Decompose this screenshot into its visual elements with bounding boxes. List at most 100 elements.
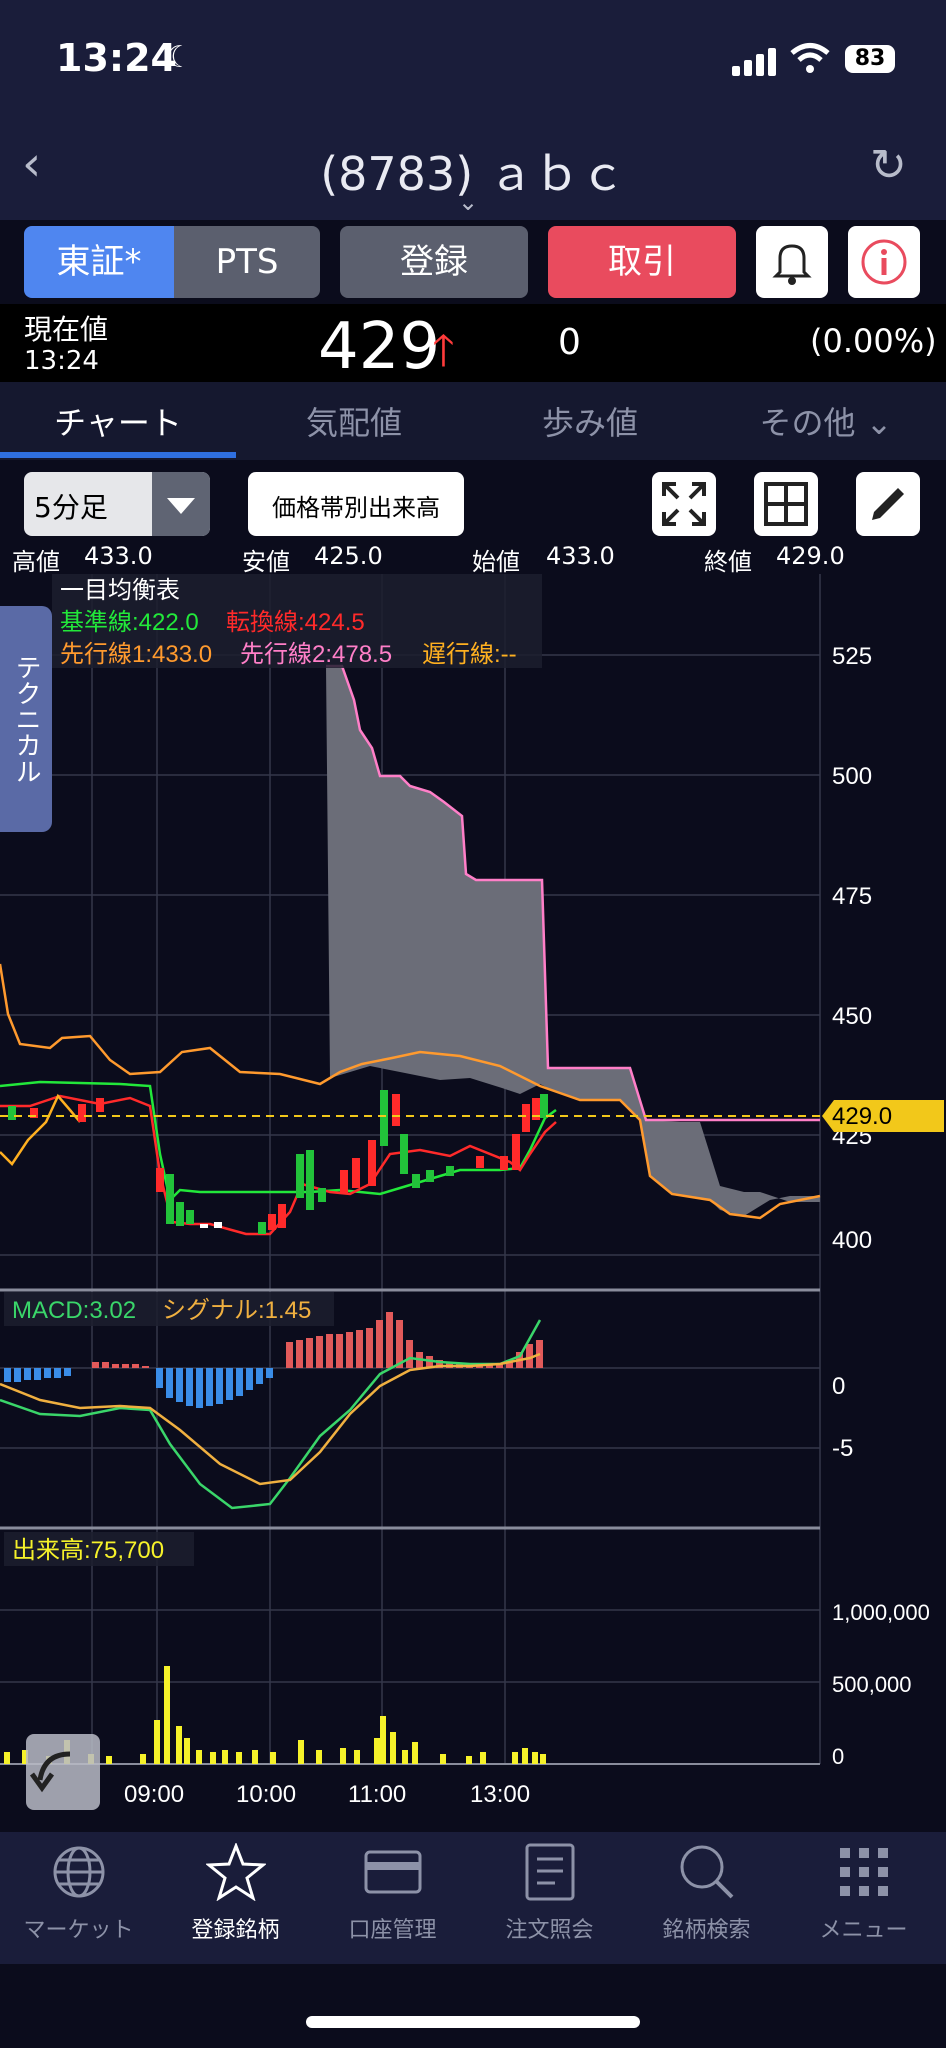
- trade-button[interactable]: 取引: [548, 226, 736, 298]
- close-label: 終値: [704, 548, 752, 576]
- tab-quotes[interactable]: 気配値: [236, 398, 472, 444]
- candles: [8, 1090, 548, 1234]
- tse-button[interactable]: 東証*: [24, 226, 174, 298]
- legend-senkou1: 先行線1:433.0: [60, 641, 212, 668]
- y-tick: 400: [832, 1227, 872, 1254]
- wifi-icon: [790, 43, 830, 73]
- legend-tenkan: 転換線:424.5: [226, 609, 365, 636]
- ichimoku-legend: 一目均衡表 基準線:422.0 転換線:424.5 先行線1:433.0 先行線…: [52, 574, 542, 668]
- nav-search-label: 銘柄検索: [662, 1918, 751, 1943]
- layout-button[interactable]: [754, 472, 818, 536]
- legend-title: 一目均衡表: [60, 577, 180, 604]
- nav-market-label: マーケット: [23, 1918, 134, 1943]
- legend-kijun: 基準線:422.0: [60, 609, 199, 636]
- high-label: 高値: [12, 548, 60, 576]
- y-tick: 450: [832, 1003, 872, 1030]
- nav-orders[interactable]: 注文照会: [471, 1832, 628, 1944]
- quote-time: 13:24: [24, 346, 99, 376]
- interval-select[interactable]: 5分足: [24, 472, 210, 536]
- tab-other[interactable]: その他 ⌄: [708, 398, 944, 444]
- legend-macd: MACD:3.02: [12, 1297, 136, 1324]
- info-button[interactable]: [848, 226, 920, 298]
- alert-button[interactable]: [756, 226, 828, 298]
- y-tick: 0: [832, 1373, 845, 1400]
- close-value: 429.0: [776, 542, 845, 570]
- pts-button[interactable]: PTS: [174, 226, 320, 298]
- price-change-pct: (0.00%): [810, 322, 937, 360]
- volume-legend: 出来高:75,700: [4, 1532, 194, 1566]
- open-value: 433.0: [546, 542, 615, 570]
- nav-watchlist-label: 登録銘柄: [191, 1918, 280, 1943]
- open-label: 始値: [472, 548, 520, 576]
- expand-icon: [662, 482, 706, 526]
- info-icon: [861, 239, 907, 285]
- x-tick: 09:00: [124, 1781, 184, 1808]
- nav-market[interactable]: マーケット: [0, 1832, 157, 1944]
- axis-labels: 525 500 475 450 425 400 0 -5 1,000,000 5…: [124, 643, 930, 1808]
- search-icon: [680, 1845, 733, 1899]
- battery-indicator: 83: [845, 45, 895, 73]
- chart-toolbar: 5分足 価格帯別出来高: [0, 460, 946, 542]
- grid-icon: [764, 482, 808, 526]
- stock-header: ‹ (8783) ａｂｃ ⌄ ↻: [0, 110, 946, 220]
- price-change: 0: [558, 322, 581, 363]
- high-value: 433.0: [84, 542, 153, 570]
- macd-legend: MACD:3.02 シグナル:1.45: [4, 1292, 334, 1326]
- globe-icon: [53, 1846, 104, 1898]
- low-value: 425.0: [314, 542, 383, 570]
- status-bar: 13:24 ☾ 83: [0, 0, 946, 110]
- ohlc-row: 高値 433.0 安値 425.0 始値 433.0 終値 429.0: [0, 538, 946, 576]
- y-tick: 0: [832, 1744, 844, 1769]
- chevron-down-icon: [167, 498, 195, 514]
- nav-account[interactable]: 口座管理: [314, 1832, 471, 1944]
- y-tick: 500: [832, 763, 872, 790]
- y-tick: 500,000: [832, 1672, 912, 1697]
- low-label: 安値: [242, 548, 290, 576]
- document-icon: [525, 1843, 574, 1901]
- nav-menu-label: メニュー: [819, 1918, 908, 1943]
- legend-senkou2: 先行線2:478.5: [240, 641, 392, 668]
- x-tick: 10:00: [236, 1781, 296, 1808]
- ichimoku-cloud: [326, 666, 820, 1216]
- current-price: 429: [318, 310, 441, 384]
- tab-chart[interactable]: チャート: [0, 398, 236, 444]
- current-price-label: 現在値: [24, 313, 109, 346]
- signal-icon: [732, 46, 776, 76]
- y-tick: 525: [832, 643, 872, 670]
- home-indicator: [306, 2016, 640, 2028]
- legend-volume: 出来高:75,700: [12, 1537, 164, 1564]
- nav-account-label: 口座管理: [348, 1918, 437, 1943]
- bell-icon: [772, 244, 812, 285]
- tab-bar: チャート 気配値 歩み値 その他 ⌄: [0, 382, 946, 460]
- tab-ticks[interactable]: 歩み値: [472, 398, 708, 444]
- y-tick: 475: [832, 883, 872, 910]
- y-tick: 1,000,000: [832, 1600, 930, 1625]
- nav-menu[interactable]: メニュー: [785, 1832, 942, 1944]
- x-tick: 11:00: [348, 1781, 406, 1808]
- fullscreen-button[interactable]: [652, 472, 716, 536]
- action-bar: 東証* PTS 登録 取引: [0, 220, 946, 304]
- card-icon: [364, 1850, 421, 1894]
- legend-chikou: 遅行線:--: [422, 641, 517, 668]
- nav-orders-label: 注文照会: [505, 1918, 594, 1943]
- volume-profile-button[interactable]: 価格帯別出来高: [248, 472, 464, 536]
- register-button[interactable]: 登録: [340, 226, 528, 298]
- legend-signal: シグナル:1.45: [162, 1297, 311, 1324]
- y-tick: -5: [832, 1435, 853, 1462]
- x-tick: 13:00: [470, 1781, 530, 1808]
- technical-side-tab[interactable]: テクニカル: [0, 606, 52, 832]
- scroll-back-button[interactable]: [26, 1734, 100, 1810]
- chevron-down-icon[interactable]: ⌄: [458, 188, 478, 216]
- status-time: 13:24: [56, 36, 177, 80]
- draw-button[interactable]: [856, 472, 920, 536]
- volume-profile-label: 価格帯別出来高: [272, 494, 440, 522]
- star-icon: [205, 1843, 266, 1901]
- current-price-tag-label: 429.0: [832, 1103, 892, 1130]
- nav-search[interactable]: 銘柄検索: [628, 1832, 785, 1944]
- dropdown-button[interactable]: [152, 472, 210, 536]
- reload-icon[interactable]: ↻: [870, 140, 907, 191]
- moon-icon: ☾: [166, 40, 193, 75]
- bottom-navigation: マーケット 登録銘柄 口座管理 注文照会 銘柄検索 メニュー: [0, 1832, 946, 1964]
- stock-chart[interactable]: 525 500 475 450 425 400 0 -5 1,000,000 5…: [0, 574, 946, 1814]
- nav-watchlist[interactable]: 登録銘柄: [157, 1832, 314, 1944]
